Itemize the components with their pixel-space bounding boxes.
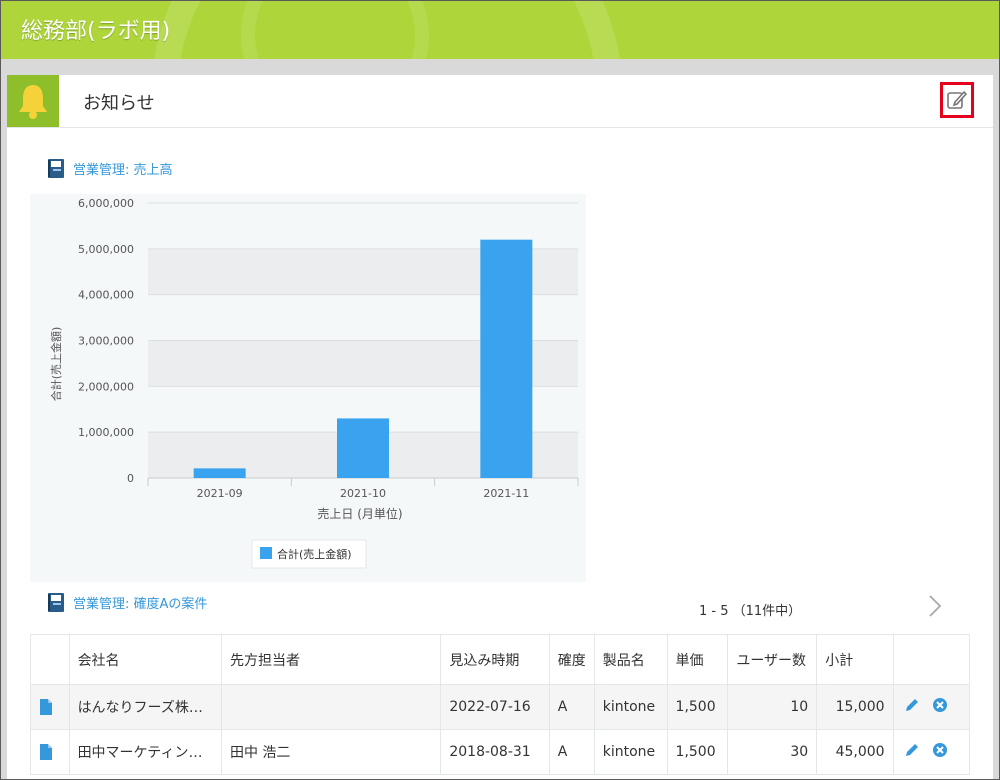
records-table: 会社名 先方担当者 見込み時期 確度 製品名 単価 ユーザー数 小計 はんなりフ… — [30, 634, 971, 775]
cell-contact — [220, 684, 442, 730]
delete-icon[interactable] — [932, 697, 948, 713]
report-book-icon — [48, 593, 64, 612]
chart-legend: 合計(売上金額) — [251, 539, 367, 569]
cell-date: 2018-08-31 — [440, 729, 550, 775]
report-link-sales[interactable]: 営業管理: 売上高 — [45, 157, 173, 179]
y-tick-label: 6,000,000 — [78, 197, 134, 210]
column-header: 会社名 — [68, 634, 222, 685]
column-header: 小計 — [816, 634, 894, 685]
table-row: はんなりフーズ株… 2022-07-16 A kintone 1,500 10 … — [30, 684, 971, 730]
sales-chart: 0 1,000,000 2,000,000 3,000,000 4,000,000 5,0… — [30, 194, 586, 582]
app-frame: 総務部(ラボ用) お知らせ 営業管理: 売上高 0 1,000,000 2,00… — [0, 0, 1000, 780]
cell-subtotal: 45,000 — [816, 729, 894, 775]
cell-rank: A — [548, 684, 595, 730]
cell-users: 10 — [727, 684, 818, 730]
x-tick-label: 2021-09 — [197, 487, 243, 500]
pagination-info: 1 - 5 （11件中） — [699, 604, 802, 619]
space-header: 総務部(ラボ用) — [1, 1, 999, 59]
pencil-icon[interactable] — [904, 697, 920, 713]
cell-company: はんなりフーズ株… — [68, 684, 222, 730]
header-actions-cell — [892, 634, 971, 685]
delete-icon[interactable] — [932, 742, 948, 758]
chart-bar[interactable] — [193, 468, 246, 478]
record-detail-cell[interactable] — [30, 684, 70, 730]
legend-swatch — [260, 547, 272, 559]
header-decoration-small — [241, 1, 429, 59]
sales-bar-chart: 0 1,000,000 2,000,000 3,000,000 4,000,000 5,0… — [49, 197, 579, 569]
edit-notice-button[interactable] — [940, 82, 974, 118]
document-icon[interactable] — [39, 744, 53, 760]
report-book-icon — [48, 159, 64, 178]
record-detail-cell[interactable] — [30, 729, 70, 775]
y-tick-label: 3,000,000 — [78, 335, 134, 348]
chart-bar[interactable] — [480, 239, 533, 478]
column-header: 先方担当者 — [220, 634, 442, 685]
notice-card: お知らせ 営業管理: 売上高 0 1,000,000 2,000,000 3,000,… — [7, 75, 993, 779]
table-header-row: 会社名 先方担当者 見込み時期 確度 製品名 単価 ユーザー数 小計 — [30, 634, 971, 685]
space-title: 総務部(ラボ用) — [21, 19, 171, 44]
report-title-rank-a: 営業管理: 確度Aの案件 — [73, 596, 208, 612]
document-icon[interactable] — [39, 699, 53, 715]
cell-rank: A — [548, 729, 595, 775]
cell-product: kintone — [593, 729, 668, 775]
chevron-right-icon — [929, 595, 942, 617]
cell-price: 1,500 — [666, 684, 729, 730]
row-actions — [892, 684, 971, 730]
notice-title: お知らせ — [83, 93, 155, 114]
column-header: 単価 — [666, 634, 729, 685]
chart-y-axis-label: 合計(売上金額) — [49, 327, 63, 402]
row-actions — [892, 729, 971, 775]
x-tick-label: 2021-10 — [340, 487, 386, 500]
y-tick-label: 5,000,000 — [78, 243, 134, 256]
y-tick-label: 1,000,000 — [78, 426, 134, 439]
bell-icon — [7, 75, 59, 127]
cell-price: 1,500 — [666, 729, 729, 775]
x-tick-label: 2021-11 — [483, 487, 529, 500]
report-title-sales: 営業管理: 売上高 — [73, 162, 173, 178]
chart-x-axis-label: 売上日 (月単位) — [317, 506, 402, 521]
column-header: 見込み時期 — [440, 634, 550, 685]
pencil-icon[interactable] — [904, 742, 920, 758]
cell-subtotal: 15,000 — [816, 684, 894, 730]
column-header: 確度 — [548, 634, 595, 685]
chart-bar[interactable] — [337, 418, 389, 478]
report-link-rank-a[interactable]: 営業管理: 確度Aの案件 — [45, 591, 207, 613]
cell-users: 30 — [727, 729, 818, 775]
notice-header: お知らせ — [7, 75, 993, 128]
cell-company: 田中マーケティン… — [68, 729, 222, 775]
y-tick-label: 0 — [127, 472, 134, 485]
header-icon-cell — [30, 634, 70, 685]
cell-contact: 田中 浩二 — [220, 729, 442, 775]
cell-date: 2022-07-16 — [440, 684, 550, 730]
column-header: ユーザー数 — [727, 634, 818, 685]
cell-product: kintone — [593, 684, 668, 730]
y-tick-label: 4,000,000 — [78, 289, 134, 302]
edit-note-icon — [947, 90, 968, 109]
y-tick-label: 2,000,000 — [78, 380, 134, 393]
table-row: 田中マーケティン… 田中 浩二 2018-08-31 A kintone 1,5… — [30, 729, 971, 775]
column-header: 製品名 — [593, 634, 668, 685]
legend-label: 合計(売上金額) — [277, 547, 352, 561]
next-page-button[interactable] — [925, 593, 945, 619]
